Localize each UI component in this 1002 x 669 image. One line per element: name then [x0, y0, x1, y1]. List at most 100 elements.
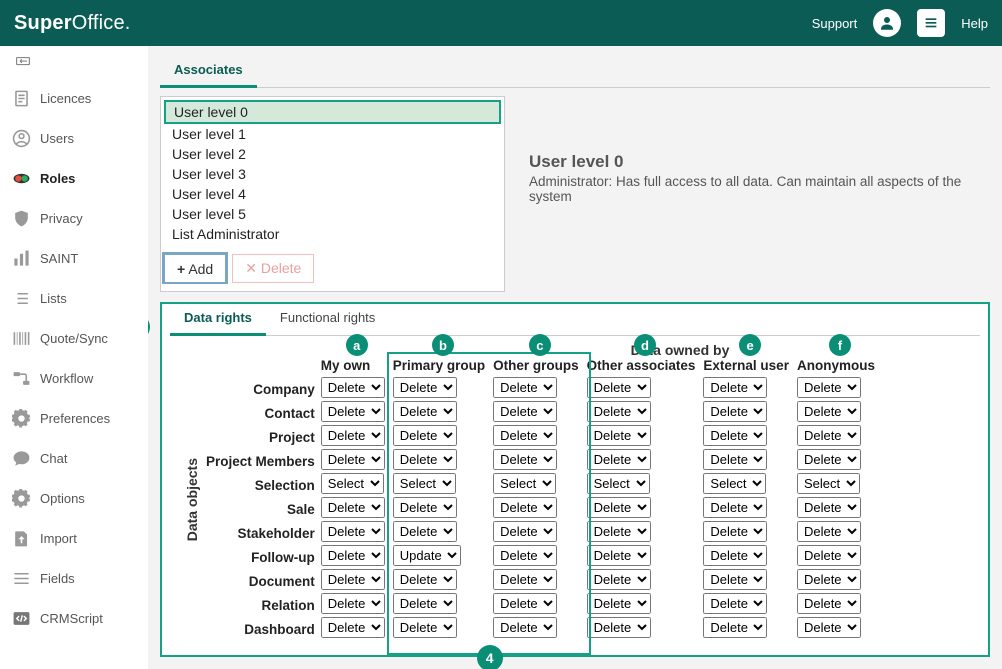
right-select[interactable]: Delete — [393, 521, 457, 542]
table-row: Project MembersDeleteDeleteDeleteDeleteD… — [206, 449, 883, 473]
right-select[interactable]: Select — [797, 473, 860, 494]
right-select[interactable]: Delete — [321, 425, 385, 446]
right-select[interactable]: Delete — [703, 545, 767, 566]
tab-functional-rights[interactable]: Functional rights — [266, 304, 389, 335]
right-select[interactable]: Delete — [587, 425, 651, 446]
right-select[interactable]: Delete — [703, 569, 767, 590]
sidebar-item-import[interactable]: Import — [0, 518, 148, 558]
right-select[interactable]: Delete — [321, 449, 385, 470]
right-select[interactable]: Delete — [493, 545, 557, 566]
right-select[interactable]: Delete — [493, 617, 557, 638]
right-select[interactable]: Delete — [797, 521, 861, 542]
right-select[interactable]: Delete — [797, 401, 861, 422]
role-list[interactable]: User level 0User level 1User level 2User… — [164, 100, 501, 250]
right-select[interactable]: Delete — [797, 545, 861, 566]
menu-icon[interactable] — [917, 9, 945, 37]
right-select[interactable]: Delete — [321, 521, 385, 542]
right-select[interactable]: Delete — [703, 521, 767, 542]
collapse-icon[interactable] — [0, 50, 148, 78]
right-select[interactable]: Delete — [393, 377, 457, 398]
right-select[interactable]: Delete — [493, 521, 557, 542]
right-select[interactable]: Delete — [493, 377, 557, 398]
right-select[interactable]: Delete — [493, 593, 557, 614]
right-select[interactable]: Delete — [797, 593, 861, 614]
right-select[interactable]: Select — [493, 473, 556, 494]
right-select[interactable]: Delete — [321, 569, 385, 590]
right-select[interactable]: Delete — [703, 449, 767, 470]
sidebar-item-quotesync[interactable]: Quote/Sync — [0, 318, 148, 358]
right-select[interactable]: Delete — [321, 593, 385, 614]
sidebar-item-crmscript[interactable]: CRMScript — [0, 598, 148, 638]
role-list-item[interactable]: User level 3 — [164, 164, 501, 184]
right-select[interactable]: Delete — [493, 401, 557, 422]
right-select[interactable]: Delete — [393, 569, 457, 590]
right-select[interactable]: Delete — [703, 401, 767, 422]
right-select[interactable]: Delete — [493, 569, 557, 590]
role-list-item[interactable]: User level 5 — [164, 204, 501, 224]
right-select[interactable]: Delete — [797, 569, 861, 590]
right-select[interactable]: Delete — [703, 425, 767, 446]
role-list-item[interactable]: User level 4 — [164, 184, 501, 204]
right-select[interactable]: Delete — [321, 497, 385, 518]
right-select[interactable]: Delete — [321, 377, 385, 398]
right-select[interactable]: Delete — [321, 401, 385, 422]
right-select[interactable]: Delete — [587, 593, 651, 614]
sidebar-item-licences[interactable]: Licences — [0, 78, 148, 118]
sidebar-item-users[interactable]: Users — [0, 118, 148, 158]
right-select[interactable]: Delete — [703, 617, 767, 638]
right-select[interactable]: Select — [321, 473, 384, 494]
right-select[interactable]: Delete — [393, 617, 457, 638]
right-select[interactable]: Delete — [493, 425, 557, 446]
right-select[interactable]: Delete — [587, 497, 651, 518]
right-select[interactable]: Delete — [703, 593, 767, 614]
role-list-item[interactable]: User level 1 — [164, 124, 501, 144]
table-row: DocumentDeleteDeleteDeleteDeleteDeleteDe… — [206, 569, 883, 593]
right-select[interactable]: Delete — [587, 449, 651, 470]
right-select[interactable]: Delete — [393, 497, 457, 518]
right-select[interactable]: Delete — [587, 545, 651, 566]
right-select[interactable]: Delete — [797, 425, 861, 446]
sidebar-item-fields[interactable]: Fields — [0, 558, 148, 598]
right-select[interactable]: Delete — [493, 449, 557, 470]
right-select[interactable]: Delete — [321, 617, 385, 638]
right-select[interactable]: Delete — [493, 497, 557, 518]
right-select[interactable]: Delete — [797, 497, 861, 518]
delete-button[interactable]: ✕ Delete — [232, 254, 314, 283]
sidebar-item-workflow[interactable]: Workflow — [0, 358, 148, 398]
tab-associates[interactable]: Associates — [160, 56, 257, 88]
right-select[interactable]: Delete — [587, 401, 651, 422]
sidebar-item-privacy[interactable]: Privacy — [0, 198, 148, 238]
right-select[interactable]: Delete — [587, 617, 651, 638]
right-select[interactable]: Delete — [321, 545, 385, 566]
tab-data-rights[interactable]: Data rights — [170, 304, 266, 336]
sidebar-item-chat[interactable]: Chat — [0, 438, 148, 478]
right-select[interactable]: Delete — [587, 521, 651, 542]
right-select[interactable]: Delete — [797, 377, 861, 398]
role-list-item[interactable]: User level 2 — [164, 144, 501, 164]
profile-icon[interactable] — [873, 9, 901, 37]
right-select[interactable]: Delete — [703, 497, 767, 518]
support-link[interactable]: Support — [812, 16, 858, 31]
right-select[interactable]: Delete — [393, 401, 457, 422]
role-list-item[interactable]: List Administrator — [164, 224, 501, 244]
right-select[interactable]: Delete — [797, 449, 861, 470]
sidebar-item-preferences[interactable]: Preferences — [0, 398, 148, 438]
help-link[interactable]: Help — [961, 16, 988, 31]
sidebar-item-lists[interactable]: Lists — [0, 278, 148, 318]
right-select[interactable]: Delete — [587, 569, 651, 590]
sidebar-item-saint[interactable]: SAINT — [0, 238, 148, 278]
right-select[interactable]: Delete — [393, 425, 457, 446]
add-button[interactable]: + Add — [164, 254, 226, 283]
role-list-item[interactable]: User level 0 — [164, 100, 501, 124]
right-select[interactable]: Delete — [797, 617, 861, 638]
right-select[interactable]: Delete — [587, 377, 651, 398]
right-select[interactable]: Select — [587, 473, 650, 494]
right-select[interactable]: Delete — [393, 449, 457, 470]
right-select[interactable]: Select — [703, 473, 766, 494]
right-select[interactable]: Delete — [393, 593, 457, 614]
right-select[interactable]: Select — [393, 473, 456, 494]
right-select[interactable]: Delete — [703, 377, 767, 398]
right-select[interactable]: Update — [393, 545, 461, 566]
sidebar-item-roles[interactable]: Roles — [0, 158, 148, 198]
sidebar-item-options[interactable]: Options — [0, 478, 148, 518]
